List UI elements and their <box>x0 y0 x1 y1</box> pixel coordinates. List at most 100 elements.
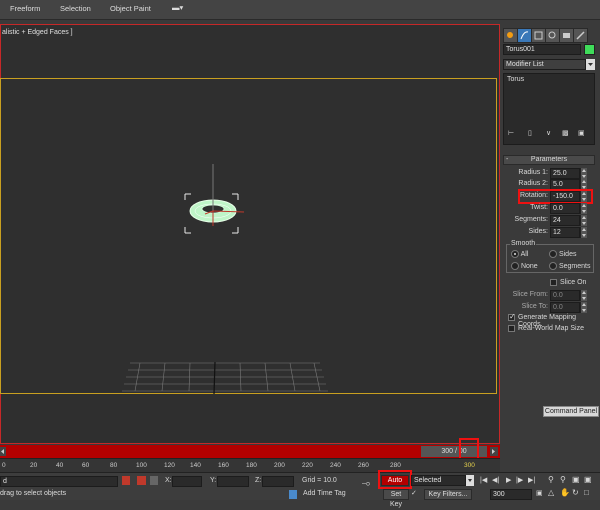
twist-spinner[interactable] <box>580 203 587 214</box>
slice-from-label: Slice From: <box>512 291 548 298</box>
radius1-input[interactable]: 25.0 <box>550 168 580 179</box>
slice-to-input[interactable]: 0.0 <box>550 302 580 313</box>
tick-label: 240 <box>330 462 341 469</box>
current-frame-field[interactable]: 300 <box>490 489 532 500</box>
pan-icon[interactable]: ✋ <box>560 488 570 497</box>
tab-object-paint[interactable]: Object Paint <box>110 4 151 13</box>
rotation-highlight <box>518 189 593 204</box>
camera-dropdown-icon[interactable]: ▬▾ <box>172 3 183 12</box>
key-icon[interactable]: ⎯⚬ <box>362 479 370 489</box>
goto-end-icon[interactable]: ▶| <box>528 476 535 484</box>
key-mode-dropdown[interactable]: Selected <box>411 475 466 486</box>
z-coord-field[interactable] <box>262 476 294 487</box>
chevron-down-icon[interactable] <box>466 475 474 486</box>
stack-item[interactable]: Torus <box>507 76 591 83</box>
rollout-title: Parameters <box>530 156 568 163</box>
real-world-checkbox[interactable] <box>508 325 515 332</box>
smooth-segments-radio[interactable]: Segments <box>549 262 590 270</box>
set-key-button[interactable]: Set Key <box>383 489 409 508</box>
twist-input[interactable]: 0.0 <box>550 203 580 214</box>
time-tag-icon[interactable] <box>289 490 297 499</box>
smooth-none-radio[interactable]: None <box>511 262 538 270</box>
sides-spinner[interactable] <box>580 227 587 238</box>
create-tab-icon[interactable] <box>503 28 518 43</box>
smooth-all-radio[interactable]: All <box>511 250 528 258</box>
fov-icon[interactable]: △ <box>548 488 554 497</box>
motion-tab-icon[interactable] <box>545 28 560 43</box>
y-coord-field[interactable] <box>217 476 249 487</box>
tick-label: 20 <box>30 462 38 469</box>
smooth-sides-radio[interactable]: Sides <box>549 250 576 258</box>
track-bar[interactable]: 0 20 40 60 80 100 120 140 160 180 200 22… <box>0 458 500 473</box>
zoom-extents-all-icon[interactable]: ▣ <box>584 475 592 484</box>
sides-input[interactable]: 12 <box>550 227 580 238</box>
x-coord-field[interactable] <box>172 476 202 487</box>
tick-label: 80 <box>110 462 118 469</box>
chevron-down-icon[interactable] <box>586 59 595 70</box>
play-icon[interactable]: ▶ <box>506 476 511 484</box>
display-tab-icon[interactable] <box>559 28 574 43</box>
zoom-all-icon[interactable]: ⚲ <box>560 475 566 484</box>
zoom-extents-icon[interactable]: ▣ <box>572 475 580 484</box>
command-panel-tooltip: Command Panel <box>543 406 599 417</box>
modifier-list-dropdown[interactable]: Modifier List <box>503 59 586 70</box>
goto-start-icon[interactable]: |◀ <box>480 476 487 484</box>
segments-spinner[interactable] <box>580 215 587 226</box>
object-color-swatch[interactable] <box>584 44 595 55</box>
slice-to-label: Slice To: <box>521 303 548 310</box>
pin-stack-icon[interactable]: ⊢ <box>508 129 514 137</box>
time-config-icon[interactable]: ▣ <box>536 489 543 497</box>
configure-sets-icon[interactable]: ▣ <box>578 129 585 137</box>
gen-mapping-checkbox[interactable]: ✓ <box>508 312 516 321</box>
parameters-rollout-header[interactable]: - Parameters <box>503 155 595 165</box>
stack-toolbar: ⊢ ▯ ∨ ▩ ▣ <box>508 129 590 141</box>
slice-on-label: Slice On <box>560 279 587 286</box>
zoom-icon[interactable]: ⚲ <box>548 475 554 484</box>
slice-on-checkbox[interactable] <box>550 279 557 286</box>
tab-selection[interactable]: Selection <box>60 4 91 13</box>
viewport-shading-label[interactable]: alistic + Edged Faces ] <box>2 29 73 36</box>
orbit-icon[interactable]: ↻ <box>572 488 579 497</box>
utilities-tab-icon[interactable] <box>573 28 588 43</box>
viewport-scene[interactable] <box>0 78 497 394</box>
tick-label: 220 <box>302 462 313 469</box>
next-frame-icon[interactable]: |▶ <box>516 476 523 484</box>
slice-from-spinner[interactable] <box>580 290 587 301</box>
time-prev-icon[interactable] <box>0 447 6 456</box>
status-bar: d drag to select objects X: Y: Z: Grid =… <box>0 470 600 508</box>
maximize-viewport-icon[interactable]: □ <box>584 488 589 497</box>
maxscript-listener-field[interactable]: d <box>0 476 118 487</box>
grid-size-label: Grid = 10.0 <box>302 477 337 484</box>
auto-key-highlight <box>378 470 412 489</box>
tick-label: 140 <box>190 462 201 469</box>
home-grid <box>122 362 328 392</box>
time-next-icon[interactable] <box>490 447 498 456</box>
abs-relative-toggle[interactable] <box>150 476 158 485</box>
radius1-spinner[interactable] <box>580 168 587 179</box>
remove-modifier-icon[interactable]: ▩ <box>562 129 569 137</box>
param-label: Radius 2: <box>518 180 548 187</box>
set-key-icon[interactable]: ✓ <box>411 489 417 497</box>
command-panel: Torus001 Modifier List Torus ⊢ ▯ ∨ ▩ ▣ -… <box>500 24 600 424</box>
segments-input[interactable]: 24 <box>550 215 580 226</box>
object-name-field[interactable]: Torus001 <box>503 44 581 55</box>
show-end-result-icon[interactable]: ▯ <box>528 129 532 137</box>
tab-freeform[interactable]: Freeform <box>10 4 40 13</box>
isolate-selection-icon[interactable] <box>137 476 146 485</box>
ribbon-tab-bar: Freeform Selection Object Paint ▬▾ <box>0 0 600 20</box>
param-label: Segments: <box>514 216 548 223</box>
tick-label: 180 <box>246 462 257 469</box>
tick-label: 40 <box>56 462 64 469</box>
prev-frame-icon[interactable]: ◀| <box>492 476 499 484</box>
modify-tab-icon[interactable] <box>517 28 532 43</box>
hierarchy-tab-icon[interactable] <box>531 28 546 43</box>
slice-from-input[interactable]: 0.0 <box>550 290 580 301</box>
tick-label: 0 <box>2 462 6 469</box>
smooth-group-title: Smooth <box>510 240 537 247</box>
make-unique-icon[interactable]: ∨ <box>546 129 551 137</box>
lock-selection-icon[interactable] <box>122 476 130 485</box>
slice-to-spinner[interactable] <box>580 302 587 313</box>
tick-label: 60 <box>82 462 90 469</box>
key-filters-button[interactable]: Key Filters... <box>424 489 472 500</box>
add-time-tag-button[interactable]: Add Time Tag <box>303 490 346 497</box>
